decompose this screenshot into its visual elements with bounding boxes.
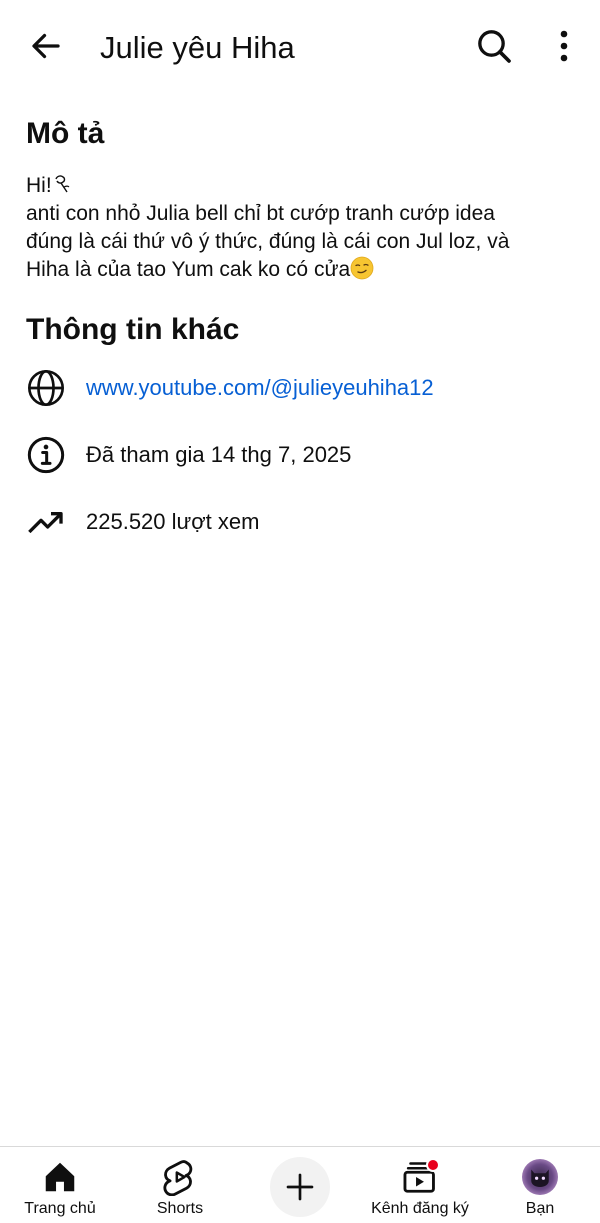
description-line-3: đúng là cái thứ vô ý thức, đúng là cái c… (26, 230, 510, 253)
more-options-button[interactable] (546, 22, 582, 70)
view-count-row: 225.520 lượt xem (26, 502, 586, 542)
nav-home-label: Trang chủ (24, 1200, 96, 1217)
avatar (522, 1159, 558, 1195)
channel-link[interactable]: www.youtube.com/@julieyeuhiha12 (86, 374, 434, 402)
shorts-icon (160, 1157, 200, 1197)
nav-home[interactable]: Trang chủ (10, 1147, 110, 1223)
arrow-left-icon (32, 33, 60, 59)
nav-shorts-label: Shorts (156, 1200, 204, 1217)
nav-you[interactable]: Bạn (500, 1147, 580, 1223)
top-app-bar: Julie yêu Hiha (0, 0, 600, 96)
back-button[interactable] (22, 22, 70, 70)
smirking-face-emoji (350, 256, 374, 280)
nav-subscriptions[interactable]: Kênh đăng ký (360, 1147, 480, 1223)
plus-icon (270, 1157, 330, 1217)
description-line-1: Hi! (26, 172, 576, 200)
other-info-heading: Thông tin khác (26, 313, 240, 346)
more-vertical-icon (560, 30, 568, 62)
joined-date-row: Đã tham gia 14 thg 7, 2025 (26, 435, 586, 475)
page-title: Julie yêu Hiha (100, 30, 295, 65)
description-line-4: Hiha là của tao Yum cak ko có cửa (26, 256, 576, 284)
channel-description: Hi! anti con nhỏ Julia bell chỉ bt cướp … (26, 172, 576, 284)
rose-emoji (55, 175, 70, 193)
globe-icon (26, 368, 66, 408)
nav-you-label: Bạn (525, 1200, 555, 1217)
avatar-wrapper (520, 1157, 560, 1197)
trending-up-icon (26, 502, 66, 542)
description-line-2: anti con nhỏ Julia bell chỉ bt cướp tran… (26, 202, 495, 225)
nav-shorts[interactable]: Shorts (130, 1147, 230, 1223)
home-icon (40, 1157, 80, 1197)
channel-link-row[interactable]: www.youtube.com/@julieyeuhiha12 (26, 368, 586, 408)
view-count-text: 225.520 lượt xem (86, 509, 260, 534)
info-icon (26, 435, 66, 475)
subscriptions-icon (400, 1157, 440, 1197)
search-icon (478, 30, 511, 63)
search-button[interactable] (470, 22, 518, 70)
description-line-4-text: Hiha là của tao Yum cak ko có cửa (26, 258, 351, 281)
nav-subscriptions-label: Kênh đăng ký (371, 1200, 469, 1217)
notification-dot (426, 1158, 440, 1172)
cat-avatar-icon (531, 1169, 549, 1187)
joined-date-text: Đã tham gia 14 thg 7, 2025 (86, 442, 352, 467)
description-heading: Mô tả (26, 117, 105, 150)
description-line-1-text: Hi! (26, 174, 52, 197)
bottom-navigation: Trang chủ Shorts Kênh đăng ký Bạn (0, 1146, 600, 1223)
nav-create-button[interactable] (268, 1147, 332, 1223)
